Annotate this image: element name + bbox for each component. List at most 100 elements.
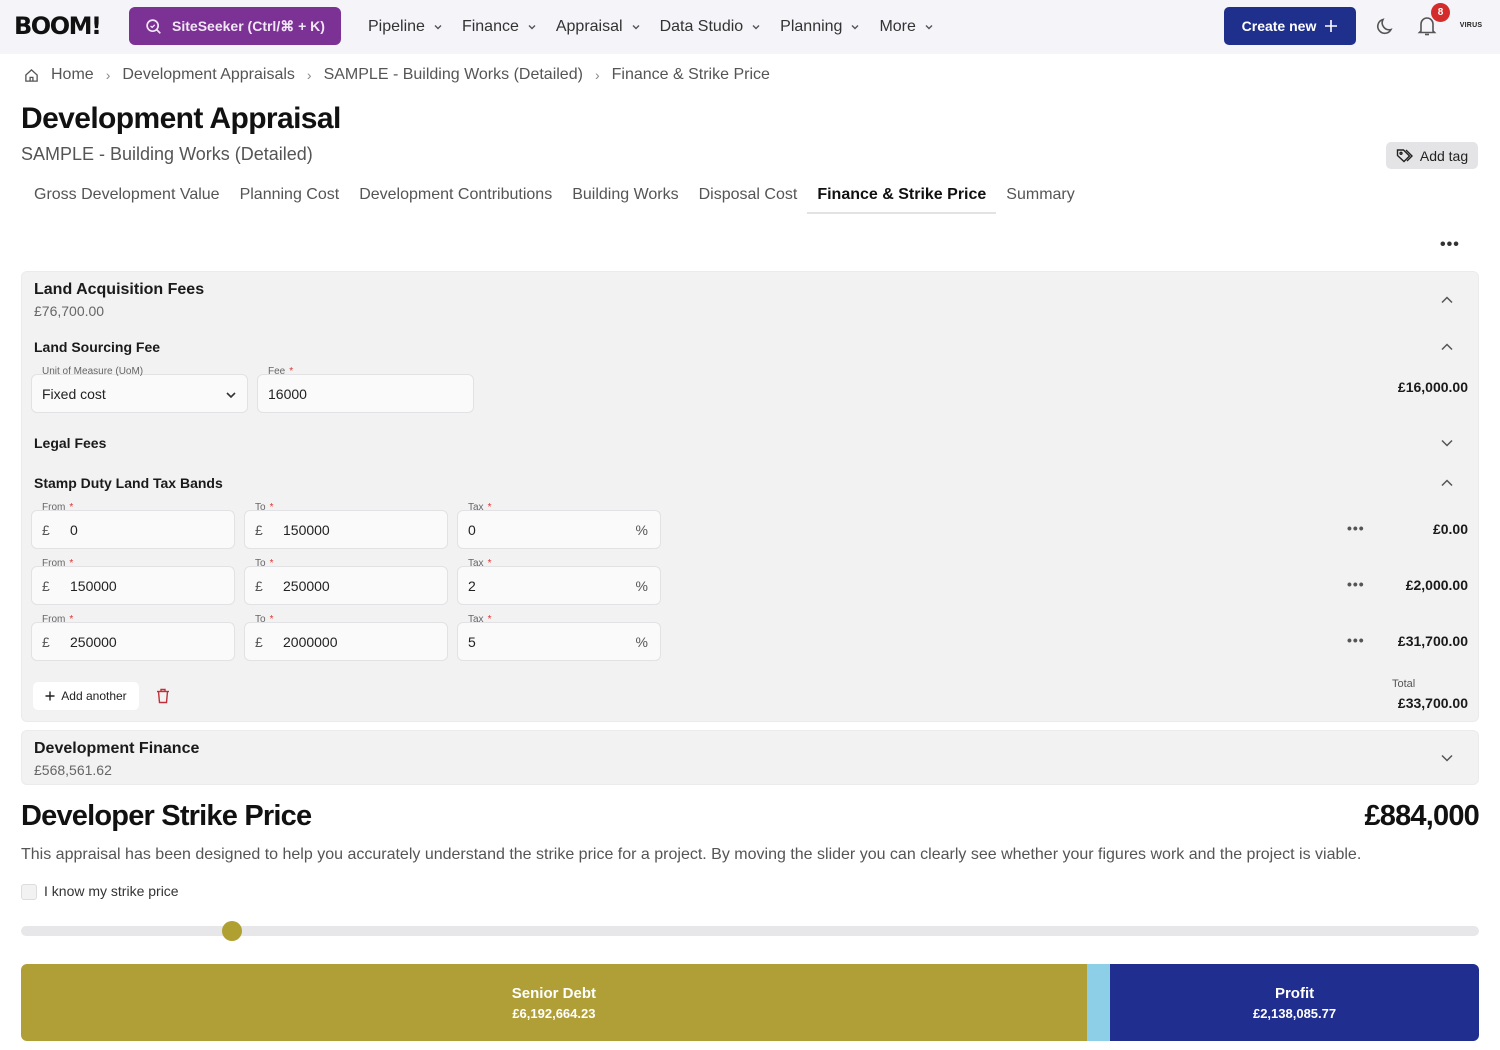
sdlt-from-input[interactable]: From * £ 0 (31, 502, 235, 549)
tab-disposal-cost[interactable]: Disposal Cost (689, 182, 808, 214)
sdlt-total: £33,700.00 (1397, 695, 1468, 711)
tax-label-text: Tax (468, 502, 484, 513)
search-icon (146, 18, 161, 34)
sdlt-from-input[interactable]: From * £ 250000 (31, 614, 235, 661)
to-value: 150000 (283, 522, 330, 538)
siteseeker-search-button[interactable]: SiteSeeker (Ctrl/⌘ + K) (129, 7, 341, 45)
fee-label: Fee * (266, 366, 295, 377)
breadcrumb-development-appraisals[interactable]: Development Appraisals (122, 66, 295, 84)
sdlt-tax-input[interactable]: Tax * 5 % (457, 614, 661, 661)
nav-label: Planning (780, 18, 843, 35)
add-tag-button[interactable]: Add tag (1386, 142, 1478, 169)
required-asterisk: * (69, 502, 74, 513)
strike-price-description: This appraisal has been designed to help… (21, 846, 1362, 863)
chevron-up-icon[interactable] (1440, 476, 1454, 490)
chevron-down-icon (434, 25, 442, 30)
row-options-icon[interactable]: ••• (1347, 632, 1365, 648)
sdlt-to-input[interactable]: To * £ 250000 (244, 558, 448, 605)
sdlt-title[interactable]: Stamp Duty Land Tax Bands (34, 475, 223, 491)
nav-planning[interactable]: Planning (780, 18, 860, 36)
required-asterisk: * (487, 614, 492, 625)
percent-suffix: % (635, 634, 648, 650)
nav-label: Appraisal (555, 18, 623, 35)
to-value: 250000 (283, 578, 330, 594)
tab-building-works[interactable]: Building Works (562, 182, 688, 214)
plus-icon (1325, 20, 1338, 32)
capital-stack-bar: Senior Debt £6,192,664.23 Profit £2,138,085… (21, 964, 1479, 1041)
chevron-right-icon: › (306, 67, 312, 83)
nav-pipeline[interactable]: Pipeline (368, 18, 443, 36)
required-asterisk: * (269, 558, 274, 569)
boom-logo[interactable]: BOOM! (14, 12, 102, 40)
required-asterisk: * (69, 558, 74, 569)
segment-value: £2,138,085.77 (1252, 1005, 1337, 1021)
strike-price-title: Developer Strike Price (21, 800, 312, 832)
tax-value: 5 (468, 634, 476, 650)
chevron-down-icon[interactable] (1440, 751, 1454, 765)
tag-icon (1396, 148, 1413, 162)
more-options-icon[interactable]: ••• (1440, 236, 1460, 254)
land-sourcing-fee-title[interactable]: Land Sourcing Fee (34, 339, 160, 355)
chevron-up-icon[interactable] (1440, 340, 1454, 354)
user-avatar[interactable]: VIRUS (1454, 14, 1488, 36)
breadcrumb-appraisal[interactable]: SAMPLE - Building Works (Detailed) (324, 66, 583, 84)
chevron-right-icon: › (105, 67, 111, 83)
strike-price-slider-thumb[interactable] (222, 921, 243, 941)
section-total: £568,561.62 (34, 762, 112, 778)
nav-finance[interactable]: Finance (462, 18, 537, 36)
fee-input[interactable]: Fee * 16000 (257, 366, 474, 413)
tab-finance-strike-price[interactable]: Finance & Strike Price (807, 182, 997, 214)
nav-label: Finance (461, 18, 519, 35)
add-another-button[interactable]: Add another (33, 682, 139, 710)
legal-fees-title[interactable]: Legal Fees (34, 435, 106, 451)
sdlt-to-input[interactable]: To * £ 2000000 (244, 614, 448, 661)
required-asterisk: * (289, 366, 294, 377)
nav-label: Data Studio (659, 18, 744, 35)
add-tag-label: Add tag (1419, 147, 1469, 164)
sdlt-tax-input[interactable]: Tax * 2 % (457, 558, 661, 605)
sdlt-tax-input[interactable]: Tax * 0 % (457, 502, 661, 549)
nav-label: Pipeline (368, 18, 425, 35)
tax-value: 0 (468, 522, 476, 538)
required-asterisk: * (269, 502, 274, 513)
nav-appraisal[interactable]: Appraisal (556, 18, 641, 36)
create-new-button[interactable]: Create new (1224, 7, 1356, 45)
required-asterisk: * (487, 502, 492, 513)
from-label-text: From (42, 502, 66, 513)
uom-select[interactable]: Unit of Measure (UoM) Fixed cost (31, 366, 248, 413)
required-asterisk: * (487, 558, 492, 569)
know-strike-price-label[interactable]: I know my strike price (44, 883, 179, 899)
band-amount: £31,700.00 (1397, 633, 1468, 649)
strike-price-value: £884,000 (1364, 800, 1479, 832)
breadcrumb-home[interactable]: Home (51, 66, 94, 84)
row-options-icon[interactable]: ••• (1347, 520, 1365, 536)
trash-icon[interactable] (156, 688, 170, 704)
segment-value: £6,192,664.23 (512, 1005, 596, 1021)
chevron-right-icon: › (594, 67, 600, 83)
chevron-up-icon[interactable] (1440, 293, 1454, 307)
section-title[interactable]: Development Finance (34, 740, 199, 758)
to-label: To * (253, 614, 275, 625)
nav-data-studio[interactable]: Data Studio (660, 18, 762, 36)
know-strike-price-checkbox[interactable] (21, 884, 37, 900)
uom-value: Fixed cost (42, 386, 106, 402)
from-label: From * (40, 502, 75, 513)
tab-planning-cost[interactable]: Planning Cost (230, 182, 350, 214)
tab-gross-development-value[interactable]: Gross Development Value (24, 182, 230, 214)
dark-mode-moon-icon[interactable] (1376, 16, 1396, 36)
to-value: 2000000 (283, 634, 338, 650)
sdlt-to-input[interactable]: To * £ 150000 (244, 502, 448, 549)
pound-prefix: £ (42, 522, 50, 538)
tab-development-contributions[interactable]: Development Contributions (349, 182, 562, 214)
row-options-icon[interactable]: ••• (1347, 576, 1365, 592)
sdlt-from-input[interactable]: From * £ 150000 (31, 558, 235, 605)
pound-prefix: £ (42, 578, 50, 594)
section-title[interactable]: Land Acquisition Fees (34, 281, 204, 299)
chevron-down-icon[interactable] (1440, 436, 1454, 450)
nav-more[interactable]: More (879, 18, 933, 36)
from-value: 150000 (70, 578, 117, 594)
tab-summary[interactable]: Summary (996, 182, 1084, 214)
required-asterisk: * (269, 614, 274, 625)
pound-prefix: £ (42, 634, 50, 650)
create-new-label: Create new (1241, 18, 1317, 34)
